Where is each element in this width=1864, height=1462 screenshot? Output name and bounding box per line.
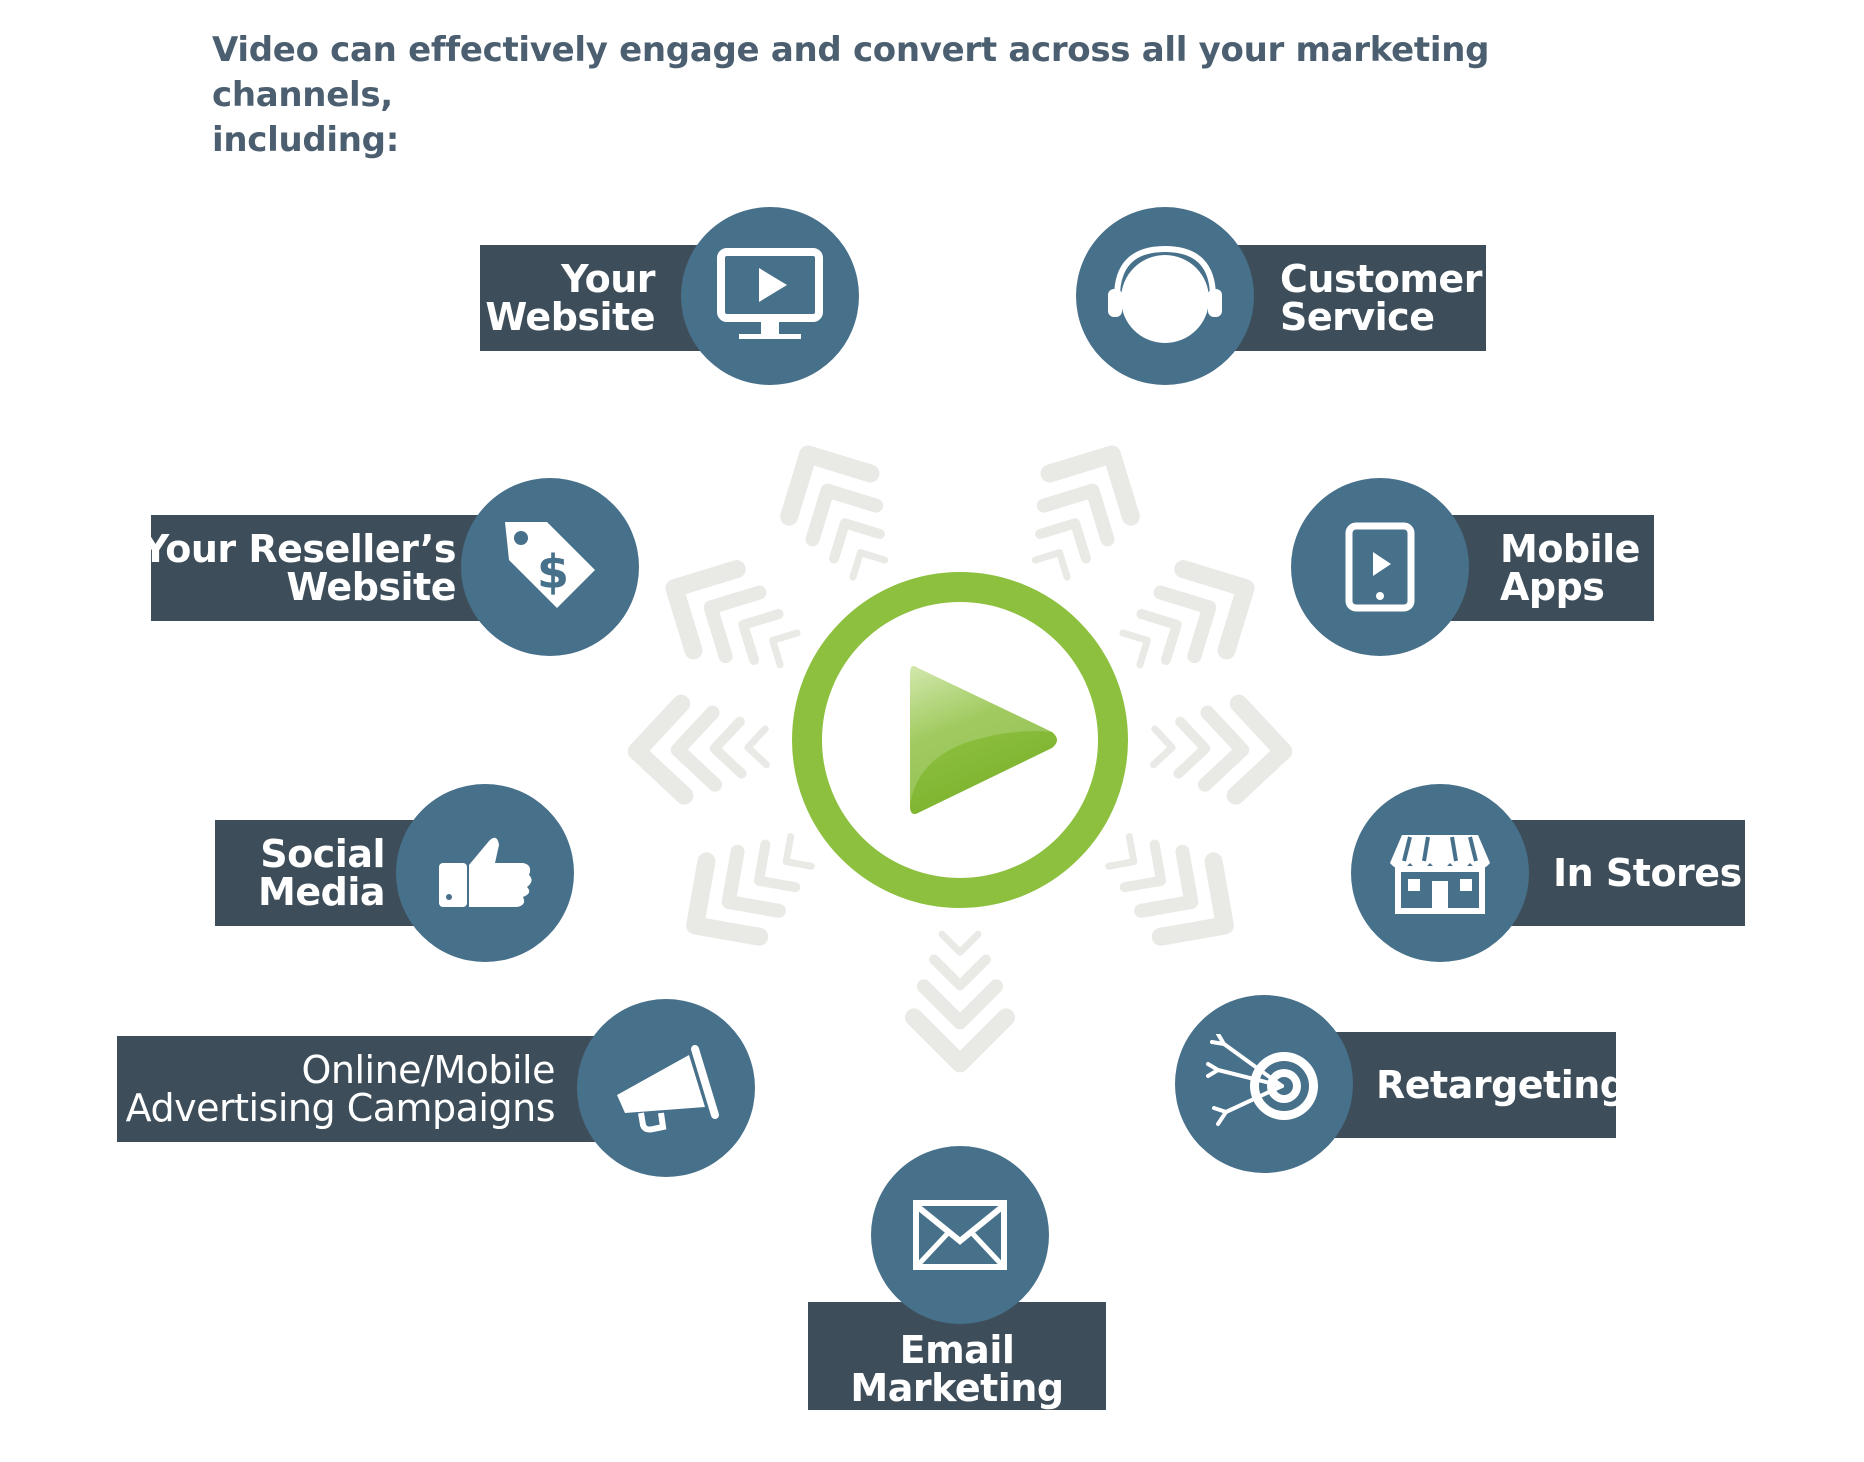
channel-label-line: Online/Mobile — [301, 1048, 555, 1092]
tablet-play-icon — [1345, 522, 1415, 612]
chevron-icon — [1197, 705, 1250, 792]
channel-circle-social-media — [396, 784, 574, 962]
channel-label-line: Media — [258, 870, 385, 914]
channel-label-retargeting: Retargeting — [1310, 1032, 1627, 1138]
channel-label-mobile-apps: Mobile Apps — [1440, 515, 1654, 621]
price-tag-dollar-icon: $ — [505, 522, 595, 608]
chevron-icon — [1149, 725, 1176, 769]
target-arrows-icon — [1206, 1034, 1318, 1126]
channel-label-line: Website — [286, 565, 456, 609]
thumbs-up-icon — [439, 837, 532, 907]
play-button-icon — [792, 572, 1128, 908]
channel-circle-email-marketing — [871, 1146, 1049, 1324]
chevron-icon — [744, 725, 771, 769]
chevrons-email-marketing — [905, 930, 1015, 1073]
channel-circle-resellers-website: $ — [461, 478, 639, 656]
channel-circle-retargeting — [1175, 995, 1353, 1173]
channel-label-line: Apps — [1500, 565, 1605, 609]
chevron-icon — [738, 609, 784, 665]
chevron-icon — [938, 930, 982, 956]
chevron-icon — [1134, 844, 1199, 918]
channel-label-line: Advertising Campaigns — [125, 1086, 556, 1130]
monitor-play-icon — [717, 248, 823, 339]
megaphone-icon — [617, 1045, 719, 1133]
channel-label-line: Customer — [1280, 257, 1482, 301]
chevrons-retargeting — [1105, 833, 1234, 946]
chevron-icon — [829, 518, 885, 564]
channel-circle-your-website — [681, 207, 859, 385]
chevrons-your-website — [780, 445, 889, 581]
channel-circle-customer-service — [1076, 207, 1254, 385]
channel-label-line: Service — [1280, 295, 1435, 339]
channel-circle-in-stores — [1351, 784, 1529, 962]
channel-label-resellers-website: Your Reseller’s Website — [142, 515, 496, 621]
channel-label-line: Your Reseller’s — [141, 527, 457, 571]
chevron-icon — [929, 954, 991, 991]
chevrons-in-stores — [1149, 694, 1293, 805]
chevrons-social-media — [627, 694, 771, 805]
chevron-icon — [1173, 716, 1211, 779]
chevron-icon — [721, 844, 786, 918]
chevron-icon — [1035, 518, 1091, 564]
channel-label-line: Your — [561, 257, 655, 301]
chevrons-mobile-apps — [1119, 560, 1255, 669]
chevron-icon — [1136, 609, 1182, 665]
channel-label-line: Marketing — [850, 1366, 1064, 1410]
channel-circle-online-ads — [577, 999, 755, 1177]
chevrons-resellers-website — [665, 560, 801, 669]
envelope-icon — [913, 1200, 1007, 1270]
svg-text:$: $ — [537, 545, 569, 599]
channel-label-line: Email — [899, 1328, 1015, 1372]
chevron-icon — [917, 979, 1003, 1030]
headset-icon — [1108, 245, 1222, 343]
channel-circle-mobile-apps — [1291, 478, 1469, 656]
chevron-icon — [686, 852, 769, 946]
channel-label-online-ads: Online/Mobile Advertising Campaigns — [117, 1036, 607, 1142]
chevron-icon — [1151, 852, 1234, 946]
channel-label-line: In Stores — [1553, 851, 1742, 895]
channel-label-line: Mobile — [1500, 527, 1640, 571]
channel-label-line: Social — [260, 832, 385, 876]
chevron-icon — [709, 716, 747, 779]
channel-label-your-website: Your Website — [480, 245, 715, 351]
storefront-icon — [1390, 835, 1490, 914]
chevrons-customer-service — [1031, 445, 1140, 581]
chevron-icon — [670, 705, 723, 792]
channel-label-in-stores: In Stores — [1500, 820, 1745, 926]
channel-label-line: Website — [485, 295, 655, 339]
channel-label-line: Retargeting — [1376, 1063, 1627, 1107]
